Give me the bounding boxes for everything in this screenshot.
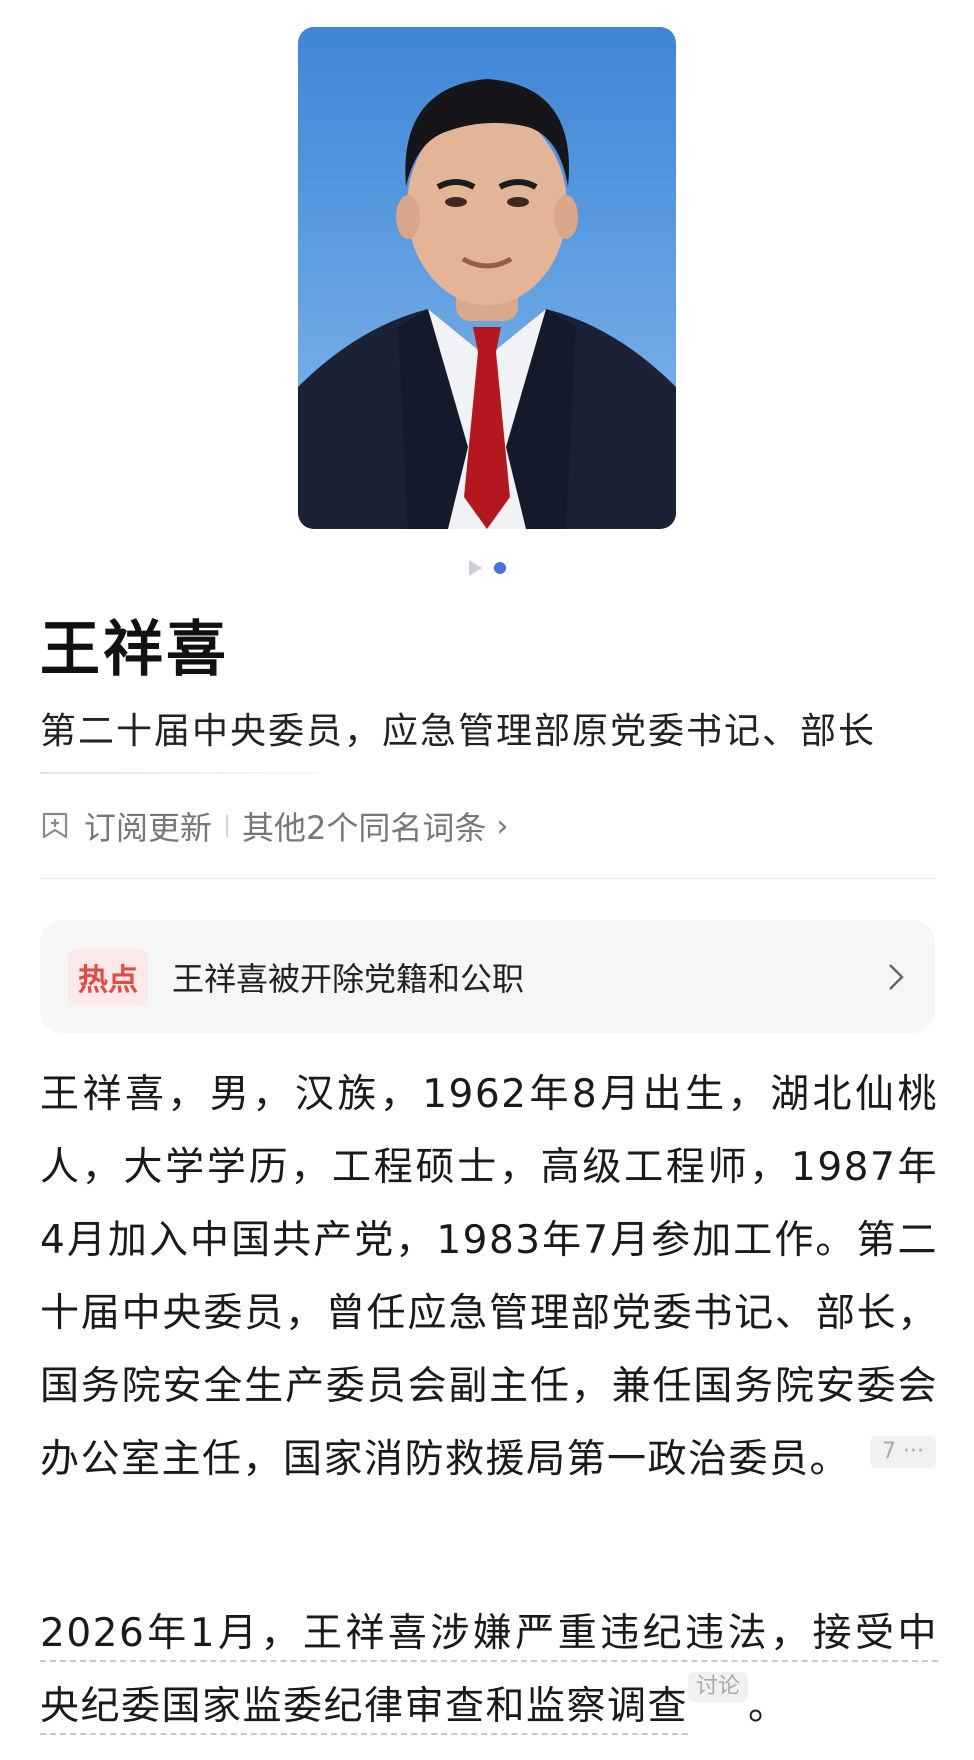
- meta-row: 订阅更新 其他2个同名词条 ›: [40, 802, 508, 850]
- event-tail: 。: [748, 1684, 789, 1729]
- pager-dot-active[interactable]: [493, 562, 506, 574]
- reference-badge[interactable]: 7 ···: [870, 1436, 936, 1468]
- same-name-entries-link[interactable]: 其他2个同名词条: [242, 803, 486, 849]
- play-icon[interactable]: [468, 560, 482, 576]
- bell-plus-icon[interactable]: [40, 811, 70, 841]
- hot-news-card[interactable]: 热点 王祥喜被开除党籍和公职: [40, 920, 935, 1033]
- event-paragraph: 2026年1月，王祥喜涉嫌严重违纪违法，接受中央纪委国家监委纪律审查和监察调查讨…: [40, 1597, 938, 1743]
- intro-text: 王祥喜，男，汉族，1962年8月出生，湖北仙桃人，大学学历，工程硕士，高级工程师…: [40, 1072, 938, 1482]
- page-subtitle: 第二十届中央委员，应急管理部原党委书记、部长: [40, 711, 877, 752]
- chevron-right-icon[interactable]: ›: [496, 809, 508, 844]
- hot-headline[interactable]: 王祥喜被开除党籍和公职: [172, 954, 887, 1000]
- event-text[interactable]: 2026年1月，王祥喜涉嫌严重违纪违法，接受中央纪委国家监委纪律审查和监察调查: [40, 1611, 938, 1735]
- subscribe-button[interactable]: 订阅更新: [84, 803, 212, 849]
- portrait-illustration: [298, 79, 676, 529]
- chevron-right-icon[interactable]: [887, 962, 905, 992]
- meta-separator: [226, 815, 229, 837]
- photo-pager[interactable]: [0, 558, 974, 578]
- discuss-badge[interactable]: 讨论: [688, 1672, 749, 1702]
- section-divider: [40, 878, 935, 879]
- hot-badge: 热点: [68, 948, 148, 1005]
- page-title: 王祥喜: [40, 615, 229, 685]
- intro-paragraph: 王祥喜，男，汉族，1962年8月出生，湖北仙桃人，大学学历，工程硕士，高级工程师…: [40, 1058, 938, 1496]
- divider: [40, 772, 320, 774]
- profile-photo[interactable]: [298, 27, 676, 529]
